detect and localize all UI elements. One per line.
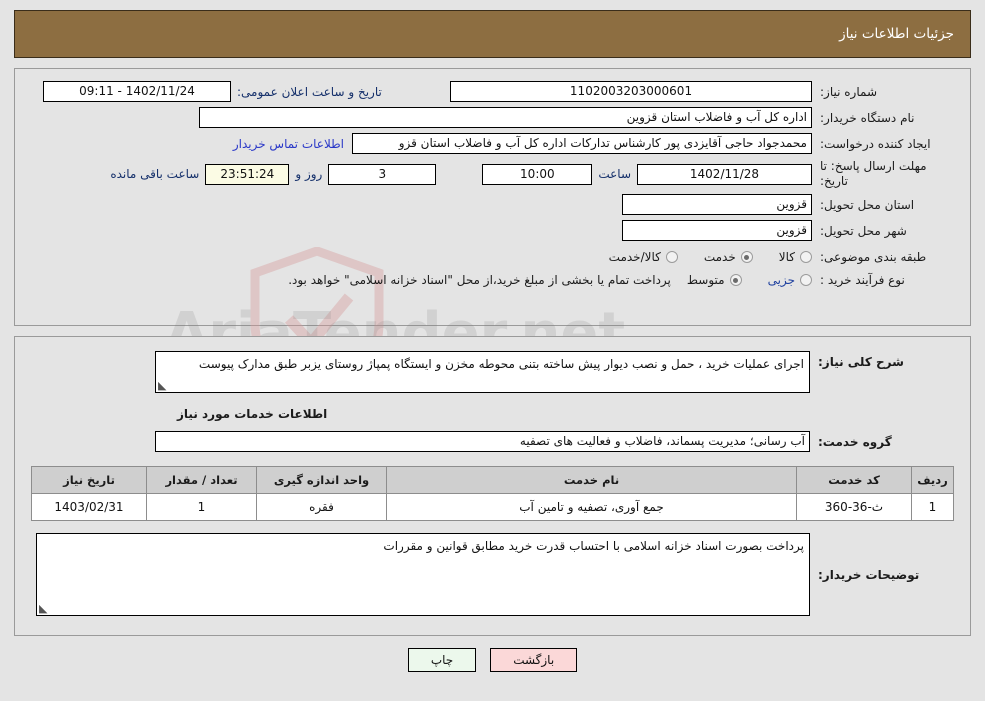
remaining-days-value: 3	[328, 163, 437, 185]
print-button[interactable]: چاپ	[407, 648, 477, 672]
category-option-label: کالا	[778, 250, 795, 264]
deadline-date-value: 1402/11/28	[637, 163, 812, 185]
page-title: جزئیات اطلاعات نیاز	[839, 26, 954, 42]
buyer-contact-link[interactable]: اطلاعات تماس خریدار	[225, 137, 352, 151]
buyer-org-value: اداره کل آب و فاضلاب استان قزوین	[199, 107, 812, 128]
public-announce-value: 1402/11/24 - 09:11	[43, 81, 231, 102]
delivery-city-label: شهر محل تحویل:	[820, 223, 907, 238]
purchase-type-radio-group: جزیی متوسط	[687, 273, 812, 287]
buyer-notes-value: پرداخت بصورت اسناد خزانه اسلامی با احتسا…	[383, 539, 804, 553]
public-announce-label: تاریخ و ساعت اعلان عمومی:	[237, 84, 382, 99]
deadline-time-value: 10:00	[482, 163, 593, 185]
delivery-province-value: قزوین	[622, 194, 812, 215]
service-group-label: گروه خدمت:	[818, 434, 892, 449]
general-desc-value: اجرای عملیات خرید ، حمل و نصب دیوار پیش …	[198, 357, 804, 371]
col-row: ردیف	[911, 466, 954, 494]
deadline-time-label: ساعت	[598, 167, 631, 181]
row-category: طبقه بندی موضوعی: کالا خدمت کالا/خدمت	[23, 250, 962, 264]
countdown-label: ساعت باقی مانده	[110, 167, 200, 181]
general-desc-textarea[interactable]: اجرای عملیات خرید ، حمل و نصب دیوار پیش …	[155, 351, 810, 393]
deadline-label: مهلت ارسال پاسخ: تا تاریخ:	[812, 159, 962, 189]
category-option-kala[interactable]: کالا	[779, 250, 812, 264]
delivery-city-value: قزوین	[622, 220, 812, 241]
row-buyer-notes: توضیحات خریدار: پرداخت بصورت اسناد خزانه…	[25, 533, 960, 616]
need-number-label: شماره نیاز:	[820, 84, 877, 99]
radio-icon[interactable]	[729, 274, 742, 286]
radio-icon[interactable]	[740, 251, 753, 263]
col-service-name: نام خدمت	[386, 466, 797, 494]
services-section-title: اطلاعات خدمات مورد نیاز	[177, 407, 328, 421]
remaining-days-label: روز و	[295, 167, 323, 181]
needs-table-wrap: ردیف کد خدمت نام خدمت واحد اندازه گیری ت…	[31, 466, 954, 521]
radio-icon[interactable]	[800, 274, 812, 286]
countdown-timer: 23:51:24	[205, 163, 290, 185]
requester-value: محمدجواد حاجی آقایزدی پور کارشناس تدارکا…	[352, 133, 812, 154]
purchase-type-note: پرداخت تمام یا بخشی از مبلغ خرید،از محل …	[288, 273, 671, 287]
category-option-kala-khedmat[interactable]: کالا/خدمت	[609, 250, 678, 264]
need-info-panel: AriaTender.net شماره نیاز: 1102003203000…	[14, 68, 971, 397]
buyer-notes-textarea[interactable]: پرداخت بصورت اسناد خزانه اسلامی با احتسا…	[36, 533, 810, 616]
service-group-value: آب رسانی؛ مدیریت پسماند، فاضلاب و فعالیت…	[155, 431, 810, 452]
delivery-province-label: استان محل تحویل:	[820, 197, 915, 212]
row-service-group: گروه خدمت: آب رسانی؛ مدیریت پسماند، فاضل…	[25, 431, 960, 452]
row-deadline: مهلت ارسال پاسخ: تا تاریخ: 1402/11/28 سا…	[23, 159, 962, 189]
radio-icon[interactable]	[800, 251, 812, 263]
row-purchase-type: نوع فرآیند خرید : جزیی متوسط پرداخت تمام…	[23, 273, 962, 287]
deadline-label-line1: مهلت ارسال پاسخ: تا	[820, 159, 927, 173]
category-option-label: کالا/خدمت	[608, 250, 661, 264]
purchase-type-option-motevaset[interactable]: متوسط	[687, 273, 742, 287]
general-desc-label: شرح کلی نیاز:	[818, 355, 904, 369]
purchase-type-option-label: متوسط	[686, 273, 725, 287]
row-requester: ایجاد کننده درخواست: محمدجواد حاجی آقایز…	[23, 133, 962, 154]
row-need-number: شماره نیاز: 1102003203000601 تاریخ و ساع…	[23, 81, 962, 102]
table-header-row: ردیف کد خدمت نام خدمت واحد اندازه گیری ت…	[31, 466, 954, 494]
col-need-date: تاریخ نیاز	[31, 466, 147, 494]
cell-row: 1	[911, 493, 954, 521]
category-option-khedmat[interactable]: خدمت	[704, 250, 753, 264]
purchase-type-label: نوع فرآیند خرید :	[820, 273, 905, 287]
table-row: 1 ث-36-360 جمع آوری، تصفیه و تامین آب فق…	[31, 493, 954, 521]
needs-table-body: 1 ث-36-360 جمع آوری، تصفیه و تامین آب فق…	[31, 493, 954, 521]
deadline-label-line2: تاریخ:	[820, 174, 848, 188]
resize-grip-icon[interactable]: ◢	[39, 602, 49, 615]
buyer-org-label: نام دستگاه خریدار:	[820, 110, 915, 125]
col-service-code: کد خدمت	[796, 466, 912, 494]
back-button[interactable]: بازگشت	[490, 648, 578, 672]
col-unit: واحد اندازه گیری	[256, 466, 387, 494]
buyer-notes-label: توضیحات خریدار:	[818, 567, 920, 582]
purchase-type-option-jozi[interactable]: جزیی	[768, 273, 812, 287]
needs-table: ردیف کد خدمت نام خدمت واحد اندازه گیری ت…	[31, 466, 954, 521]
page-header: جزئیات اطلاعات نیاز	[14, 10, 971, 58]
requester-label: ایجاد کننده درخواست:	[820, 136, 931, 151]
needs-table-head: ردیف کد خدمت نام خدمت واحد اندازه گیری ت…	[31, 466, 954, 494]
cell-service-name: جمع آوری، تصفیه و تامین آب	[386, 493, 797, 521]
need-number-value: 1102003203000601	[450, 81, 812, 102]
radio-icon[interactable]	[665, 251, 678, 263]
category-label: طبقه بندی موضوعی:	[820, 250, 927, 264]
row-buyer-org: نام دستگاه خریدار: اداره کل آب و فاضلاب …	[23, 107, 962, 128]
row-delivery-city: شهر محل تحویل: قزوین	[23, 220, 962, 241]
cell-need-date: 1403/02/31	[31, 493, 147, 521]
cell-service-code: ث-36-360	[796, 493, 912, 521]
row-delivery-province: استان محل تحویل: قزوین	[23, 194, 962, 215]
cell-unit: فقره	[256, 493, 387, 521]
purchase-type-option-label: جزیی	[767, 273, 795, 287]
resize-grip-icon[interactable]: ◢	[158, 379, 168, 392]
need-details-panel: شرح کلی نیاز: اجرای عملیات خرید ، حمل و …	[14, 336, 971, 636]
cell-quantity: 1	[146, 493, 257, 521]
category-option-label: خدمت	[703, 250, 736, 264]
category-radio-group: کالا خدمت کالا/خدمت	[609, 250, 812, 264]
footer-button-bar: بازگشت چاپ	[0, 648, 985, 672]
col-quantity: تعداد / مقدار	[146, 466, 257, 494]
row-general-desc: شرح کلی نیاز: اجرای عملیات خرید ، حمل و …	[25, 351, 960, 393]
